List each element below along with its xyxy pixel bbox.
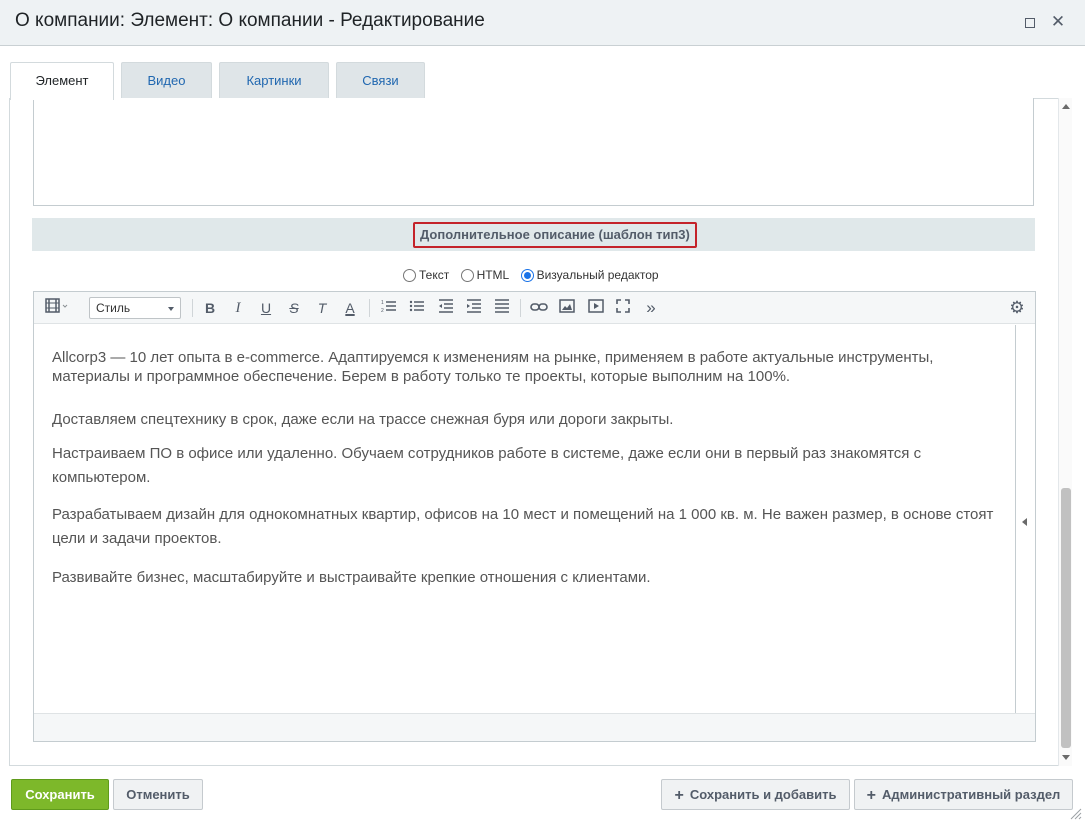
more-icon[interactable]: » xyxy=(640,298,662,318)
save-and-add-label: Сохранить и добавить xyxy=(689,787,837,802)
content-paragraph-2: Доставляем спецтехнику в срок, даже если… xyxy=(52,411,674,428)
section-header: Дополнительное описание (шаблон тип3) xyxy=(32,218,1035,251)
svg-text:2: 2 xyxy=(381,308,384,313)
visual-editor: Стиль B I U S T A 12 » ⚙ Allcorp3 — 10 л… xyxy=(33,291,1036,742)
radio-button[interactable] xyxy=(460,268,474,282)
section-title: Дополнительное описание (шаблон тип3) xyxy=(413,222,697,248)
ordered-list-icon[interactable]: 12 xyxy=(378,298,400,318)
save-button[interactable]: Сохранить xyxy=(11,779,109,810)
template-icon[interactable] xyxy=(42,298,72,318)
toolbar-divider xyxy=(369,299,370,317)
mode-visual-radio[interactable]: Визуальный редактор xyxy=(520,268,659,282)
video-icon[interactable] xyxy=(585,298,607,318)
mode-text-radio[interactable]: Текст xyxy=(403,268,449,282)
mode-visual-label: Визуальный редактор xyxy=(536,268,659,282)
content-paragraph-5: Развивайте бизнес, масштабируйте и выстр… xyxy=(52,569,651,586)
outdent-icon[interactable] xyxy=(435,298,457,318)
content-paragraph-3: Настраиваем ПО в офисе или удаленно. Обу… xyxy=(52,445,922,486)
plus-icon: + xyxy=(866,787,877,804)
maximize-icon[interactable] xyxy=(1020,12,1040,32)
radio-button[interactable] xyxy=(403,268,416,282)
svg-text:1: 1 xyxy=(381,300,384,306)
admin-section-label: Административный раздел xyxy=(882,787,1061,802)
content-paragraph-1: Allcorp3 — 10 лет опыта в e-commerce. Ад… xyxy=(52,349,934,385)
align-icon[interactable] xyxy=(491,298,513,318)
remove-format-icon[interactable]: T xyxy=(311,298,333,318)
cancel-button[interactable]: Отменить xyxy=(113,779,203,810)
underline-icon[interactable]: U xyxy=(255,298,277,318)
mode-text-label: Текст xyxy=(419,268,450,282)
link-icon[interactable] xyxy=(528,298,550,318)
window-title: О компании: Элемент: О компании - Редакт… xyxy=(15,10,485,31)
fullscreen-icon[interactable] xyxy=(612,298,634,318)
editor-content[interactable]: Allcorp3 — 10 лет опыта в e-commerce. Ад… xyxy=(52,348,1002,587)
bold-icon[interactable]: B xyxy=(199,298,221,318)
mode-html-label: HTML xyxy=(476,268,510,282)
edit-dialog: О компании: Элемент: О компании - Редакт… xyxy=(0,0,1085,823)
editor-sidebar-divider xyxy=(1015,325,1016,713)
unordered-list-icon[interactable] xyxy=(406,298,428,318)
admin-section-button[interactable]: + Административный раздел xyxy=(854,779,1073,810)
title-bar: О компании: Элемент: О компании - Редакт… xyxy=(0,0,1085,46)
strikethrough-icon[interactable]: S xyxy=(283,298,305,318)
scroll-thumb[interactable] xyxy=(1061,488,1071,748)
panel-scrollbar[interactable] xyxy=(1058,98,1072,766)
resize-grip-icon[interactable] xyxy=(1070,808,1082,820)
radio-button-checked[interactable] xyxy=(520,268,534,282)
settings-icon[interactable]: ⚙ xyxy=(1006,298,1028,318)
collapse-left-icon[interactable] xyxy=(1022,518,1027,526)
font-color-icon[interactable]: A xyxy=(339,298,361,318)
tab-images[interactable]: Картинки xyxy=(219,62,329,99)
scroll-down-icon[interactable] xyxy=(1062,755,1070,760)
save-and-add-button[interactable]: + Сохранить и добавить xyxy=(661,779,850,810)
tab-links[interactable]: Связи xyxy=(336,62,425,99)
editor-toolbar: Стиль B I U S T A 12 » ⚙ xyxy=(34,292,1035,324)
scroll-up-icon[interactable] xyxy=(1062,104,1070,109)
close-icon[interactable]: ✕ xyxy=(1048,12,1068,32)
plus-icon: + xyxy=(674,787,684,804)
tab-video[interactable]: Видео xyxy=(121,62,212,99)
editor-mode-switch: Текст HTML Визуальный редактор xyxy=(403,268,667,285)
image-icon[interactable] xyxy=(556,298,578,318)
description-textarea[interactable] xyxy=(33,98,1034,206)
mode-html-radio[interactable]: HTML xyxy=(460,268,510,282)
italic-icon[interactable]: I xyxy=(227,298,249,318)
indent-icon[interactable] xyxy=(463,298,485,318)
toolbar-divider xyxy=(520,299,521,317)
tab-element[interactable]: Элемент xyxy=(10,62,114,100)
toolbar-divider xyxy=(192,299,193,317)
style-select[interactable]: Стиль xyxy=(89,297,181,319)
content-paragraph-4: Разрабатываем дизайн для однокомнатных к… xyxy=(52,506,994,547)
editor-footer xyxy=(34,713,1035,741)
